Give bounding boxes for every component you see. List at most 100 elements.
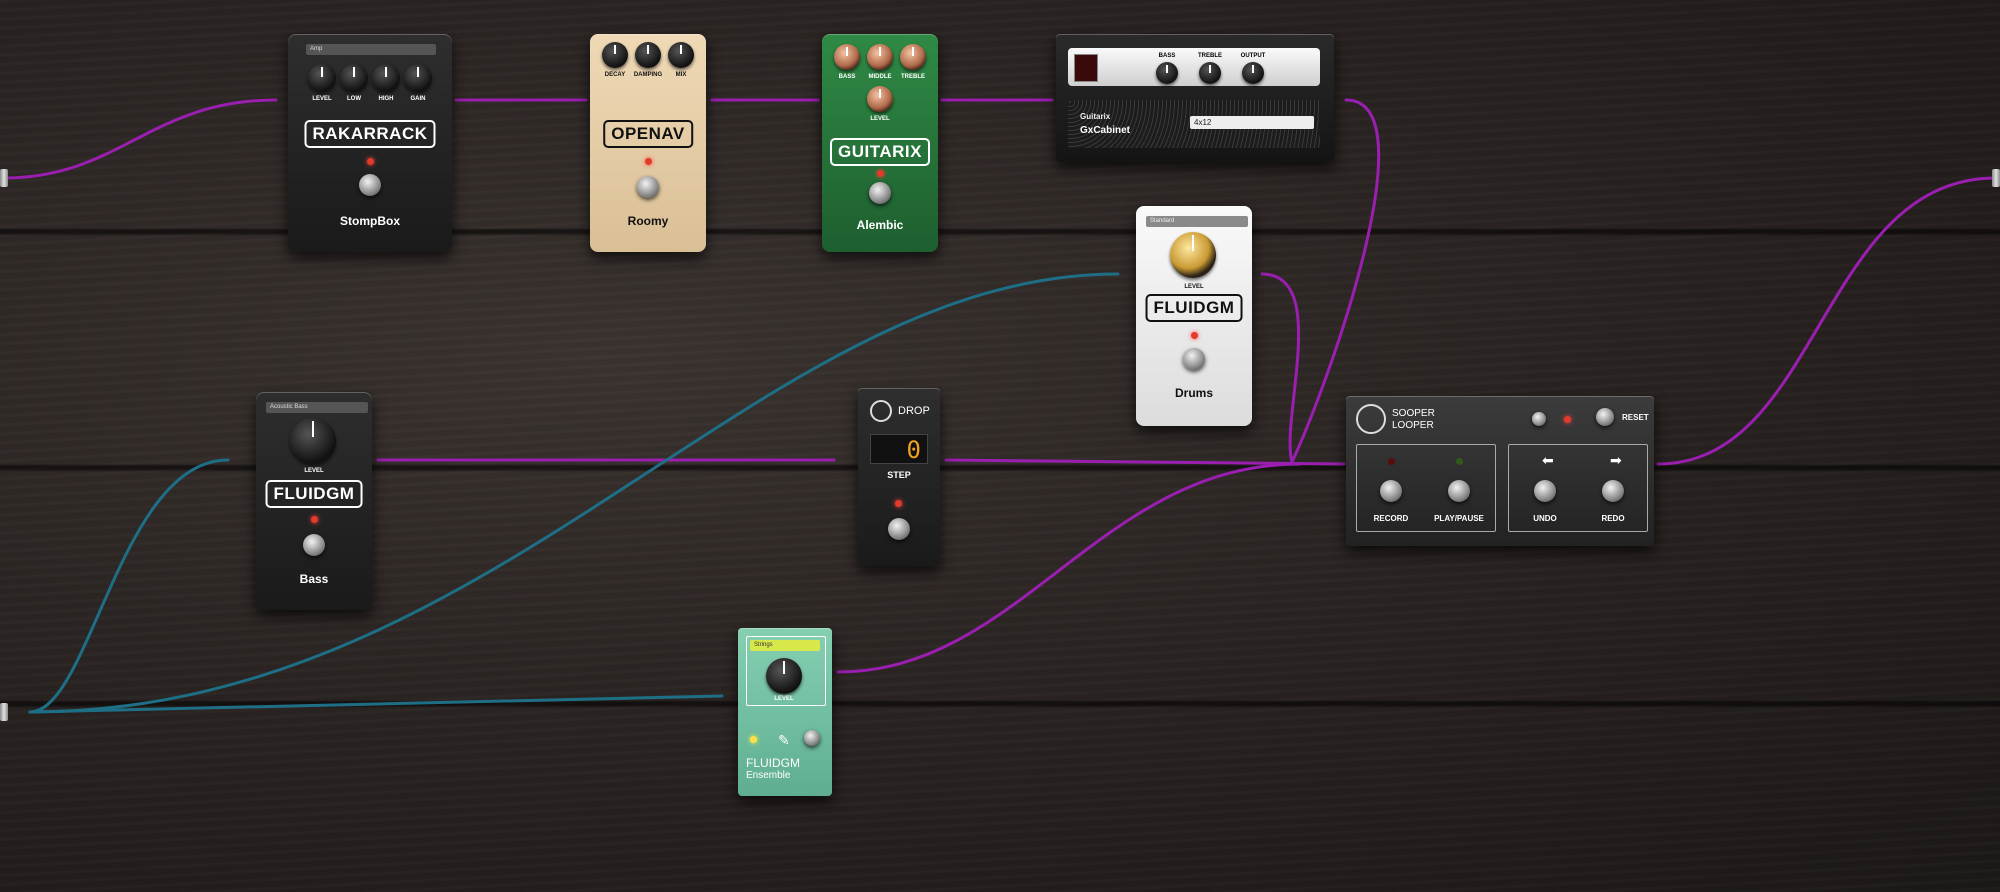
knob-mix[interactable]	[668, 42, 694, 68]
knob-label: BASS	[1158, 53, 1176, 59]
knob-high[interactable]	[372, 64, 400, 92]
status-led	[645, 158, 652, 165]
reset-button[interactable]	[1596, 408, 1614, 426]
cabinet-display	[1074, 54, 1098, 82]
status-led	[895, 500, 902, 507]
looper-logo-icon	[1356, 404, 1386, 434]
pedal-sooper-looper[interactable]: SOOPER LOOPER RESET ⬅ ➡ RECORD PLAY/PAUS…	[1346, 396, 1654, 546]
toggle-switch[interactable]	[1532, 412, 1546, 426]
drop-logo-icon	[870, 400, 892, 422]
pedal-name: Ensemble	[746, 770, 791, 781]
pedal-drop[interactable]: DROP 0 STEP	[858, 388, 940, 566]
pedal-drums[interactable]: Standard LEVEL FLUIDGM Drums	[1136, 206, 1252, 426]
cable-input-stompbox[interactable]	[2, 98, 278, 180]
cable-drums-looper[interactable]	[1260, 272, 1301, 464]
knob-damping[interactable]	[635, 42, 661, 68]
knob-level[interactable]	[1170, 232, 1216, 278]
brand-label: RAKARRACK	[304, 120, 436, 148]
knob-label: LEVEL	[870, 116, 890, 122]
preset-select[interactable]: Amp	[306, 44, 436, 55]
knob-output[interactable]	[1242, 62, 1264, 84]
redo-footswitch[interactable]	[1602, 480, 1624, 502]
preset-select[interactable]: Standard	[1146, 216, 1248, 227]
footswitch[interactable]	[1183, 348, 1205, 370]
knob-label: LOW	[347, 96, 361, 102]
status-led	[1564, 416, 1571, 423]
pedal-name: StompBox	[340, 214, 400, 228]
knob-treble[interactable]	[900, 44, 926, 70]
cable-midi-drums[interactable]	[28, 272, 1120, 714]
board-input-jack[interactable]	[0, 169, 8, 187]
pedal-stompbox[interactable]: Amp LEVEL LOW HIGH GAIN RAKARRACK StompB…	[288, 34, 452, 252]
pedal-gxcabinet[interactable]: BASS TREBLE OUTPUT Guitarix GxCabinet 4x…	[1056, 34, 1334, 162]
cabinet-model-select[interactable]: 4x12	[1190, 116, 1314, 129]
pedal-name: Drums	[1174, 386, 1213, 400]
knob-bass[interactable]	[834, 44, 860, 70]
undo-footswitch[interactable]	[1534, 480, 1556, 502]
record-led	[1388, 458, 1395, 465]
knob-level[interactable]	[867, 86, 893, 112]
knob-treble[interactable]	[1199, 62, 1221, 84]
knob-gain[interactable]	[404, 64, 432, 92]
looper-title-1: SOOPER	[1392, 408, 1435, 419]
play-led	[1456, 458, 1463, 465]
undo-label: UNDO	[1533, 514, 1557, 523]
knob-label: MIDDLE	[868, 74, 892, 80]
reset-label: RESET	[1622, 413, 1649, 422]
pedal-roomy[interactable]: DECAY DAMPING MIX OPENAV Roomy	[590, 34, 706, 252]
pedalboard-canvas[interactable]: Amp LEVEL LOW HIGH GAIN RAKARRACK StompB…	[0, 0, 2000, 892]
knob-level[interactable]	[290, 418, 336, 464]
knob-label: LEVEL	[774, 696, 794, 702]
pedal-name: Bass	[299, 572, 329, 586]
undo-arrow-icon: ⬅	[1542, 452, 1554, 468]
footswitch[interactable]	[637, 176, 659, 198]
cable-midi-bass[interactable]	[28, 458, 230, 714]
knob-label: TREBLE	[901, 74, 925, 80]
pedal-alembic[interactable]: BASS MIDDLE TREBLE LEVEL GUITARIX Alembi…	[822, 34, 938, 252]
knob-label: LEVEL	[312, 96, 332, 102]
knob-middle[interactable]	[867, 44, 893, 70]
pedal-ensemble[interactable]: Strings LEVEL ✎ FLUIDGM Ensemble	[738, 628, 832, 796]
footswitch[interactable]	[359, 174, 381, 196]
preset-select[interactable]: Acoustic Bass	[266, 402, 368, 413]
brush-icon: ✎	[778, 732, 790, 748]
footswitch[interactable]	[888, 518, 910, 540]
knob-label: TREBLE	[1198, 53, 1222, 59]
status-led	[311, 516, 318, 523]
knob-decay[interactable]	[602, 42, 628, 68]
knob-label: DAMPING	[633, 72, 663, 78]
board-midi-jack[interactable]	[0, 703, 8, 721]
cable-looper-output[interactable]	[1656, 176, 1998, 466]
play-pause-label: PLAY/PAUSE	[1434, 514, 1484, 523]
brand-label: OPENAV	[603, 120, 693, 148]
cabinet-name: GxCabinet	[1080, 125, 1131, 136]
knob-level[interactable]	[766, 658, 802, 694]
knob-label: DECAY	[604, 72, 626, 78]
step-display: 0	[870, 434, 928, 464]
preset-select[interactable]: Strings	[750, 640, 820, 651]
knob-label: LEVEL	[1184, 284, 1204, 290]
record-footswitch[interactable]	[1380, 480, 1402, 502]
knob-label: OUTPUT	[1240, 53, 1266, 59]
brand-label: FLUIDGM	[746, 756, 800, 770]
status-led	[367, 158, 374, 165]
knob-low[interactable]	[340, 64, 368, 92]
knob-label: MIX	[675, 72, 687, 78]
knob-bass[interactable]	[1156, 62, 1178, 84]
redo-arrow-icon: ➡	[1610, 452, 1622, 468]
knob-label: LEVEL	[304, 468, 324, 474]
board-output-jack[interactable]	[1992, 169, 2000, 187]
knob-label: BASS	[838, 74, 856, 80]
cabinet-brand: Guitarix	[1080, 112, 1111, 121]
step-label: STEP	[887, 470, 911, 480]
status-led	[877, 170, 884, 177]
knob-level[interactable]	[308, 64, 336, 92]
play-pause-footswitch[interactable]	[1448, 480, 1470, 502]
footswitch[interactable]	[303, 534, 325, 556]
footswitch[interactable]	[869, 182, 891, 204]
drop-title: DROP	[898, 405, 930, 417]
pedal-bass[interactable]: Acoustic Bass LEVEL FLUIDGM Bass	[256, 392, 372, 610]
toggle-switch[interactable]	[804, 730, 820, 746]
looper-title-2: LOOPER	[1392, 420, 1434, 431]
pedal-name: Roomy	[627, 214, 669, 228]
